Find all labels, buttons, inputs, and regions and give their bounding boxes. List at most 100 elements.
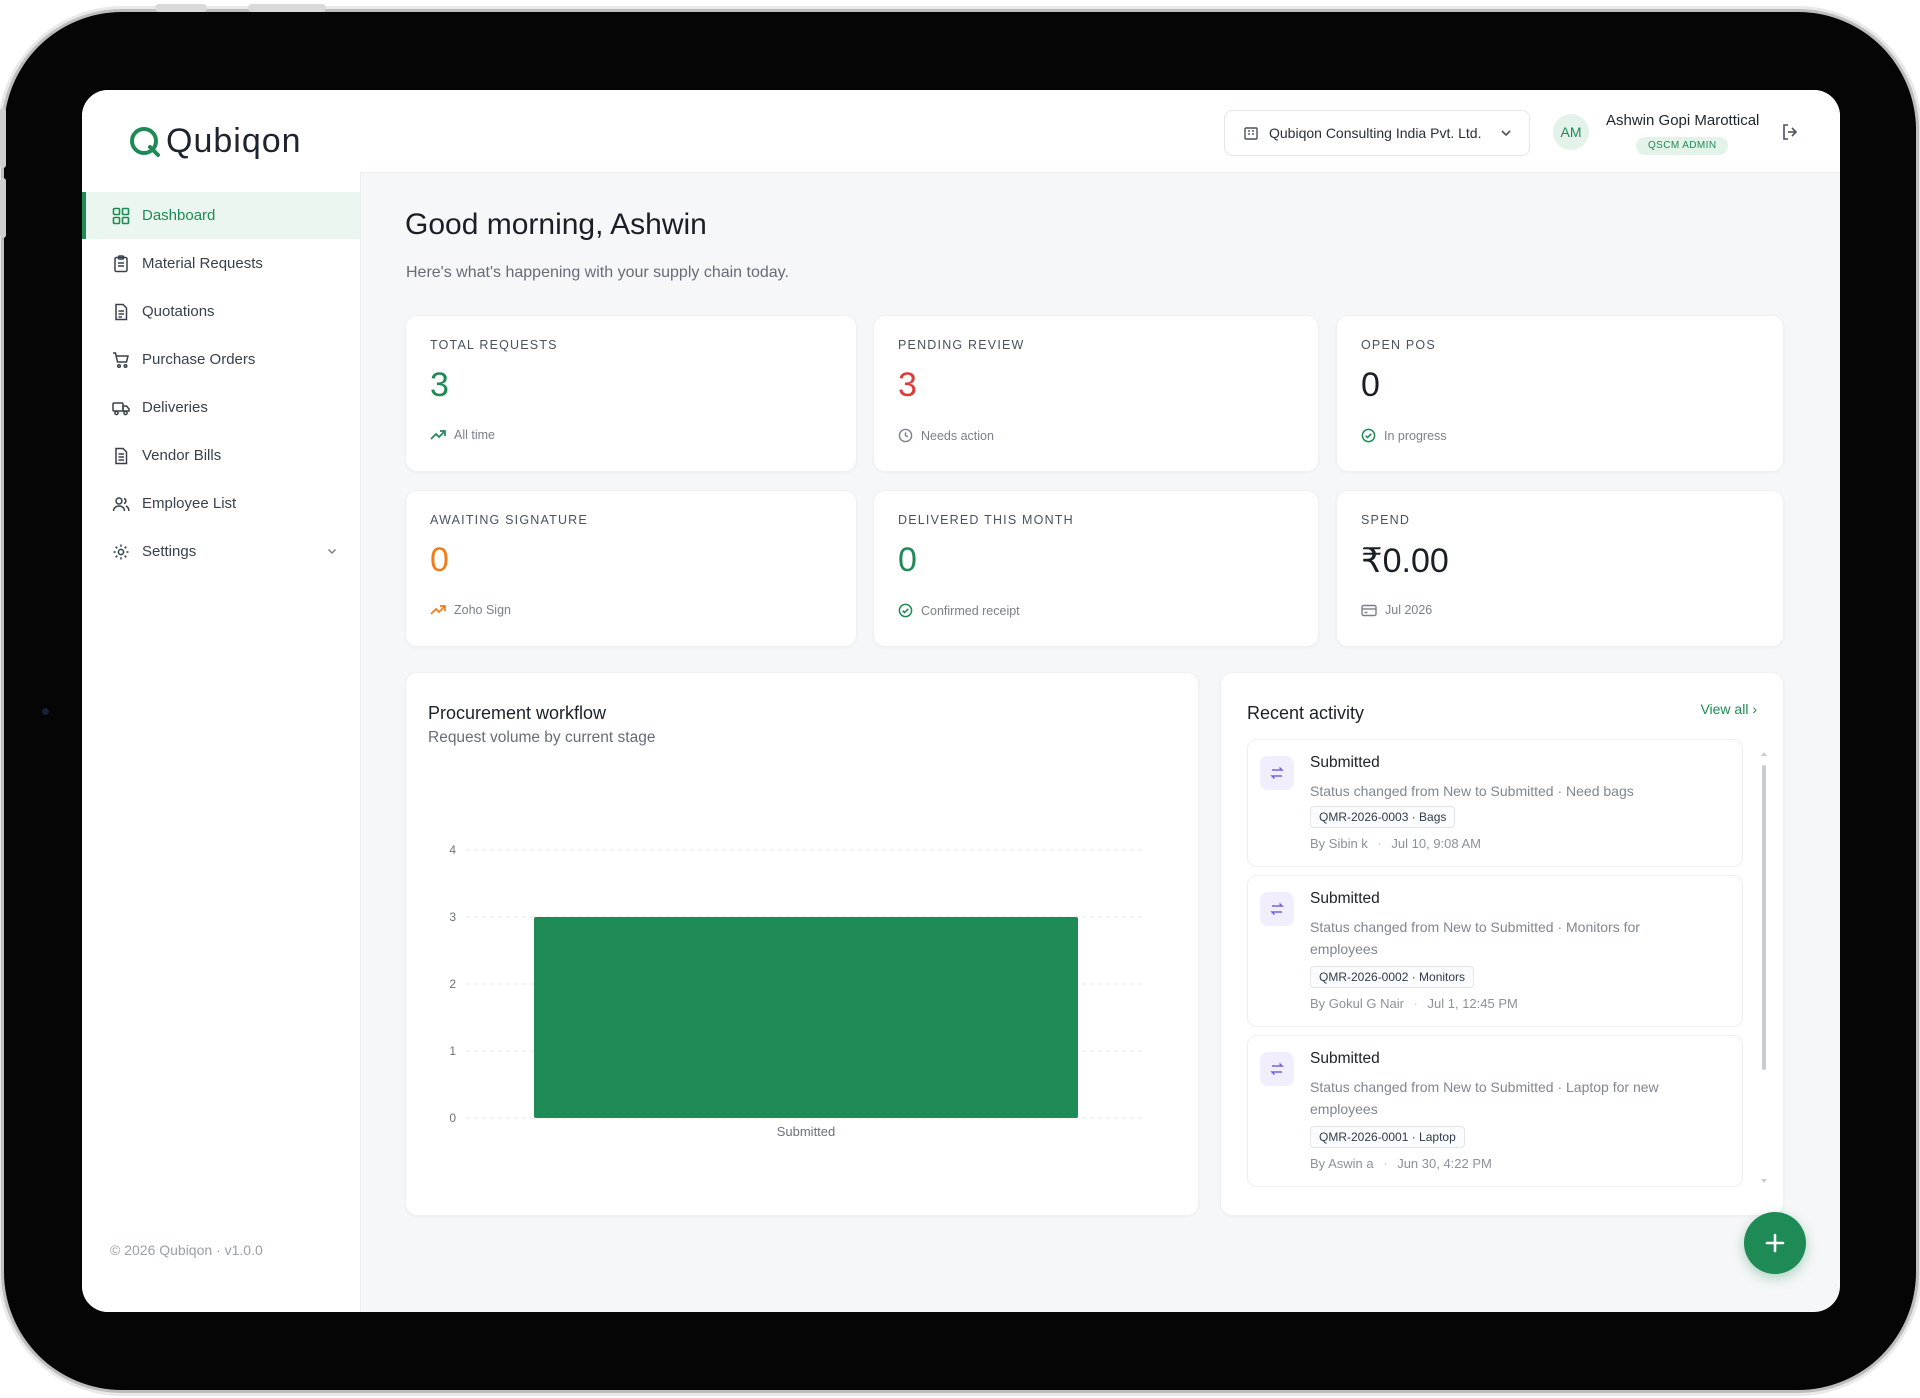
document-icon [112,303,130,321]
stat-card-pending-review: PENDING REVIEW 3 Needs action [873,315,1319,472]
stat-label: DELIVERED THIS MONTH [898,513,1074,527]
activity-tag[interactable]: QMR-2026-0003 · Bags [1310,806,1456,828]
swap-icon [1260,756,1294,790]
stat-label: AWAITING SIGNATURE [430,513,588,527]
add-button[interactable] [1744,1212,1806,1274]
dashboard-icon [112,207,130,225]
activity-scrollbar[interactable] [1761,751,1767,1183]
org-name: Qubiqon Consulting India Pvt. Ltd. [1269,125,1482,141]
bar [534,917,1078,1118]
y-tick-label: 2 [449,977,456,991]
clock-icon [898,428,913,443]
trend-up-icon [430,430,446,440]
user-name: Ashwin Gopi Marottical [1606,112,1760,129]
stat-value: 0 [1361,366,1380,404]
bill-icon [112,447,130,465]
stat-value: 0 [898,541,917,579]
device-button [248,4,326,12]
qubiqon-logo-icon [130,126,160,157]
logo-text: Qubiqon [166,122,302,160]
page-title: Good morning, Ashwin [405,208,707,241]
camera [42,708,49,715]
view-all-link[interactable]: View all › [1700,701,1757,717]
chevron-down-icon [1499,126,1513,143]
activity-meta: By Sibin k · Jul 10, 9:08 AM [1310,836,1482,851]
y-tick-label: 3 [449,910,456,924]
sidebar-item-label: Vendor Bills [142,447,222,464]
stat-note: Jul 2026 [1361,603,1432,617]
stat-value: 0 [430,541,449,579]
stat-note-text: Needs action [921,428,994,443]
stat-card-open-pos: OPEN POS 0 In progress [1336,315,1784,472]
stat-note: Needs action [898,428,994,443]
stat-card-total-requests: TOTAL REQUESTS 3 All time [405,315,857,472]
device-button [155,4,207,12]
y-tick-label: 1 [449,1044,456,1058]
org-selector[interactable]: Qubiqon Consulting India Pvt. Ltd. [1224,110,1530,156]
activity-author: By Sibin k [1310,836,1368,851]
topbar: Qubiqon Consulting India Pvt. Ltd. AM As… [360,90,1840,173]
sidebar-item-dashboard[interactable]: Dashboard [82,192,360,239]
activity-item[interactable]: Submitted Status changed from New to Sub… [1247,739,1743,867]
stat-value: 3 [430,366,449,404]
check-circle-icon [1361,428,1376,443]
stat-label: SPEND [1361,513,1411,527]
y-tick-label: 0 [449,1111,456,1125]
activity-author: By Aswin a [1310,1156,1374,1171]
role-badge: QSCM ADMIN [1636,137,1729,155]
card-icon [1361,604,1377,616]
avatar[interactable]: AM [1553,114,1589,150]
clipboard-icon [112,254,130,273]
activity-item[interactable]: Submitted Status changed from New to Sub… [1247,1035,1743,1187]
stat-note: Zoho Sign [430,603,511,617]
sidebar-nav: Dashboard Material Requests Quotations P… [82,192,360,576]
stat-label: TOTAL REQUESTS [430,338,558,352]
stat-label: OPEN POS [1361,338,1436,352]
logout-icon[interactable] [1780,122,1800,147]
sidebar-item-deliveries[interactable]: Deliveries [82,384,360,431]
sidebar-item-purchase-orders[interactable]: Purchase Orders [82,336,360,383]
sidebar-item-material-requests[interactable]: Material Requests [82,240,360,287]
activity-tag[interactable]: QMR-2026-0001 · Laptop [1310,1126,1465,1148]
y-tick-label: 4 [449,843,456,857]
building-icon [1244,127,1258,140]
x-tick-label: Submitted [777,1124,836,1139]
truck-icon [112,399,130,417]
activity-description: Status changed from New to Submitted · M… [1310,919,1640,957]
activity-tag[interactable]: QMR-2026-0002 · Monitors [1310,966,1475,988]
sidebar-item-label: Deliveries [142,399,208,416]
stat-note: All time [430,428,495,442]
activity-author: By Gokul G Nair [1310,996,1404,1011]
sidebar-item-label: Dashboard [142,207,216,224]
trend-up-icon [430,605,446,615]
sidebar-item-settings[interactable]: Settings [82,528,360,575]
activity-time: Jun 30, 4:22 PM [1397,1156,1492,1171]
swap-icon [1260,1052,1294,1086]
stat-label: PENDING REVIEW [898,338,1025,352]
sidebar-item-label: Quotations [142,303,215,320]
sidebar-item-employee-list[interactable]: Employee List [82,480,360,527]
activity-meta: By Gokul G Nair · Jul 1, 12:45 PM [1310,996,1518,1011]
stat-value: 3 [898,366,917,404]
stat-note: Confirmed receipt [898,603,1020,618]
activity-item[interactable]: Submitted Status changed from New to Sub… [1247,875,1743,1027]
stat-note-text: All time [454,428,495,442]
activity-description: Status changed from New to Submitted · N… [1310,783,1634,799]
stat-value: ₹0.00 [1361,542,1449,580]
sidebar-item-quotations[interactable]: Quotations [82,288,360,335]
stat-card-awaiting-signature: AWAITING SIGNATURE 0 Zoho Sign [405,490,857,647]
sidebar-item-label: Purchase Orders [142,351,256,368]
stat-note-text: Jul 2026 [1385,603,1433,617]
sidebar-item-vendor-bills[interactable]: Vendor Bills [82,432,360,479]
sidebar-footer: © 2026 Qubiqon · v1.0.0 [110,1242,263,1258]
activity-time: Jul 10, 9:08 AM [1391,836,1482,851]
activity-panel: Recent activity View all › Submitted Sta… [1220,672,1784,1216]
sidebar-item-label: Employee List [142,495,237,512]
activity-title: Submitted [1310,1050,1380,1067]
cart-icon [112,351,130,369]
page-subtitle: Here's what's happening with your supply… [406,264,789,281]
plus-icon [1765,1233,1785,1253]
logo[interactable]: Qubiqon [128,122,302,161]
stat-note: In progress [1361,428,1447,443]
chevron-down-icon[interactable] [326,544,338,561]
